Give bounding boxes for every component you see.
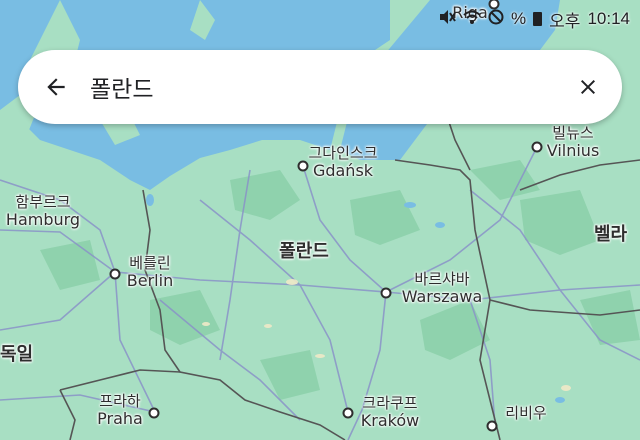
- city-label-hamburg: 함부르크 Hamburg: [6, 193, 80, 229]
- city-korean-name: 바르샤바: [414, 270, 470, 288]
- city-native-name: Hamburg: [5, 210, 81, 229]
- mute-icon: [438, 9, 456, 29]
- dnd-icon: [488, 9, 504, 29]
- battery-percent: %: [511, 9, 527, 28]
- search-bar[interactable]: 폴란드: [18, 50, 622, 124]
- city-korean-name: 베를린: [129, 254, 171, 272]
- country-label-poland: 폴란드: [279, 243, 329, 261]
- city-native-name: Gdańsk: [312, 161, 374, 180]
- country-name: 벨라: [594, 224, 628, 245]
- country-label-germany: 독일: [0, 346, 33, 364]
- close-icon: [581, 80, 595, 94]
- city-label-lviv: 리비우: [505, 404, 546, 422]
- city-native-name: Kraków: [360, 411, 420, 430]
- city-dot-gdansk[interactable]: [297, 160, 309, 172]
- clock: 10:14: [587, 9, 630, 28]
- city-label-vilnius: 빌뉴스 Vilnius: [547, 124, 600, 160]
- time-period: 오후: [549, 11, 581, 31]
- battery-icon: [533, 12, 543, 26]
- arrow-left-icon: [47, 78, 65, 96]
- city-korean-name: 함부르크: [15, 193, 71, 211]
- city-dot-vilnius[interactable]: [531, 141, 543, 153]
- city-label-gdansk: 그다인스크 Gdańsk: [308, 144, 377, 180]
- city-label-warszawa: 바르샤바 Warszawa: [402, 270, 483, 306]
- city-korean-name: 그다인스크: [308, 144, 378, 162]
- city-native-name: Warszawa: [401, 287, 483, 306]
- city-dot-krakow[interactable]: [342, 407, 354, 419]
- status-bar: % 오후 10:14: [438, 8, 630, 31]
- city-korean-name: 프라하: [99, 392, 141, 410]
- city-native-name: Berlin: [126, 271, 174, 290]
- city-korean-name: 크라쿠프: [362, 394, 418, 412]
- clear-search-button[interactable]: [570, 69, 606, 105]
- search-query[interactable]: 폴란드: [90, 70, 570, 104]
- city-korean-name: 리비우: [505, 404, 547, 422]
- city-label-berlin: 베를린 Berlin: [127, 254, 173, 290]
- city-native-name: Vilnius: [546, 141, 600, 160]
- back-button[interactable]: [38, 69, 74, 105]
- city-native-name: Praha: [97, 409, 143, 428]
- country-name: 독일: [0, 344, 34, 365]
- city-dot-warszawa[interactable]: [380, 287, 392, 299]
- wifi-icon: [463, 9, 481, 29]
- city-dot-berlin[interactable]: [109, 268, 121, 280]
- country-label-belarus: 벨라: [594, 226, 627, 244]
- city-label-krakow: 크라쿠프 Kraków: [361, 394, 419, 430]
- city-dot-praha[interactable]: [148, 407, 160, 419]
- country-name: 폴란드: [279, 241, 329, 262]
- city-dot-lviv[interactable]: [486, 420, 498, 432]
- city-korean-name: 빌뉴스: [552, 124, 594, 142]
- city-label-praha: 프라하 Praha: [97, 392, 143, 428]
